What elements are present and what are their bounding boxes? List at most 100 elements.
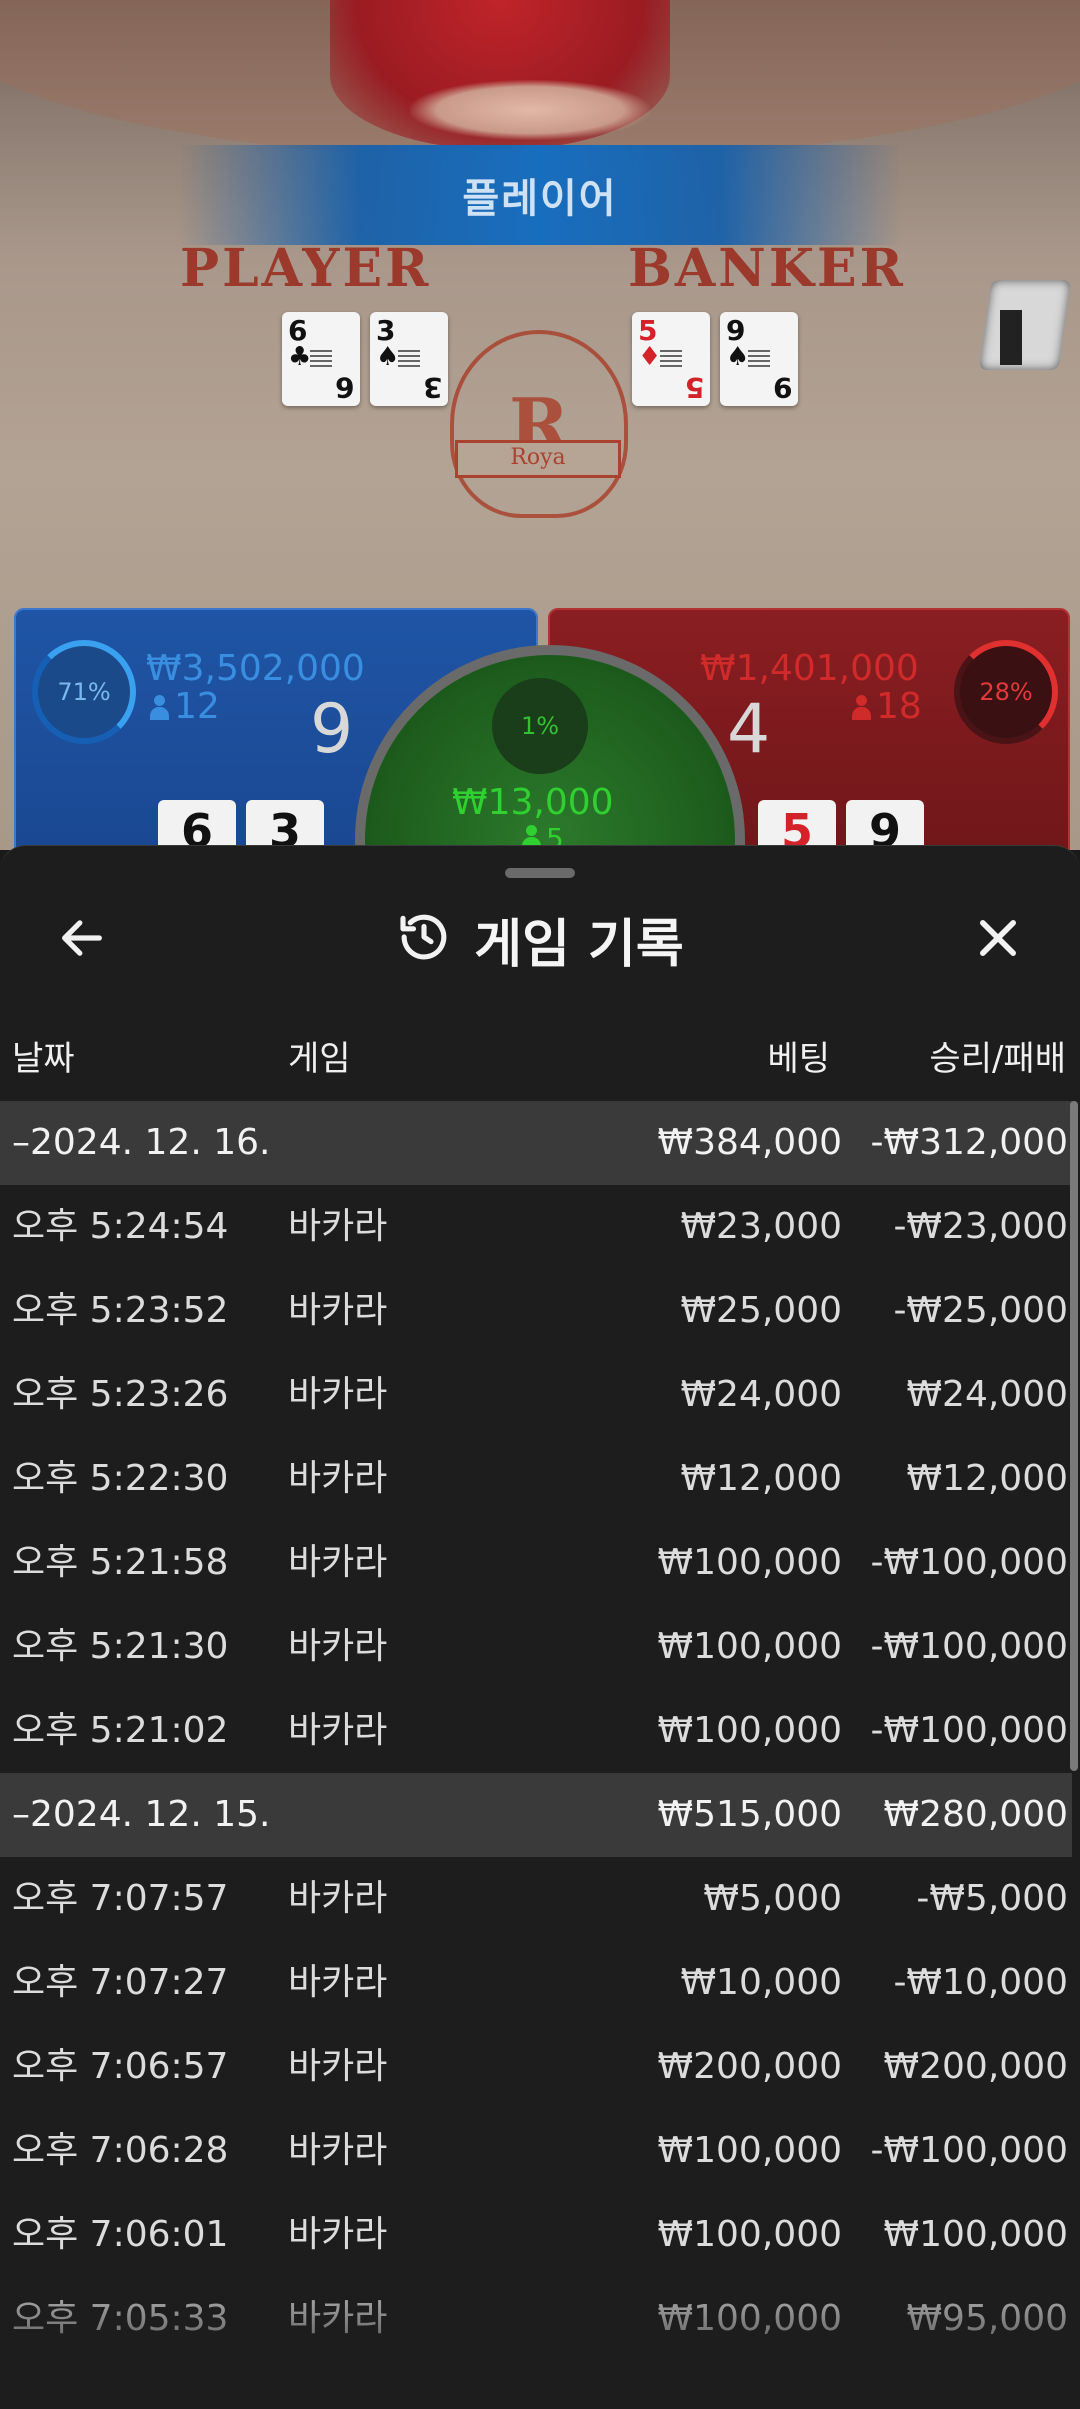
row-bet: ₩10,000 [680,1962,842,2003]
playing-card: 6 ♣ 6 [282,312,360,406]
tie-percent-ring: 1% [492,678,588,774]
row-game: 바카라 [288,1962,388,2003]
history-row[interactable]: 오후 5:21:02 바카라 ₩100,000 -₩100,000 [0,1689,1072,1773]
row-result: ₩200,000 [883,2046,1068,2087]
player-bettor-count: 12 [150,686,220,727]
player-mini-card: 6 [158,800,236,850]
history-icon [396,909,452,969]
row-bet: ₩100,000 [657,2130,842,2171]
banker-count-value: 18 [876,686,922,727]
row-bet: ₩200,000 [657,2046,842,2087]
card-suit-icon: ♦ [638,342,662,372]
row-time: 오후 5:24:54 [12,1206,229,1247]
history-row[interactable]: 오후 7:05:33 바카라 ₩100,000 ₩95,000 [0,2277,1072,2361]
player-percent: 71% [57,678,111,706]
person-icon [852,695,871,721]
row-time: 오후 7:07:57 [12,1878,229,1919]
history-row[interactable]: 오후 7:06:57 바카라 ₩200,000 ₩200,000 [0,2025,1072,2109]
row-time: 오후 7:06:28 [12,2130,229,2171]
arrow-left-icon [56,912,108,968]
date-group-header[interactable]: –2024. 12. 15. ₩515,000 ₩280,000 [0,1773,1072,1857]
date-group-header[interactable]: –2024. 12. 16. ₩384,000 -₩312,000 [0,1101,1072,1185]
row-bet: ₩24,000 [680,1374,842,1415]
result-banner-text: 플레이어 [462,176,618,222]
history-row[interactable]: 오후 5:23:52 바카라 ₩25,000 -₩25,000 [0,1269,1072,1353]
row-result: -₩23,000 [893,1206,1068,1247]
card-shoe-slot [1000,310,1022,365]
playing-card: 5 ♦ 5 [632,312,710,406]
person-icon [150,695,169,721]
history-row[interactable]: 오후 7:07:57 바카라 ₩5,000 -₩5,000 [0,1857,1072,1941]
history-row[interactable]: 오후 5:23:26 바카라 ₩24,000 ₩24,000 [0,1353,1072,1437]
sheet-header: 게임 기록 [0,904,1080,975]
card-suit-icon: ♠ [726,342,750,372]
row-result: -₩25,000 [893,1290,1068,1331]
row-result: -₩100,000 [870,1710,1068,1751]
casino-crest: R [450,330,628,518]
banker-score: 4 [727,690,771,769]
sheet-title: 게임 기록 [474,914,684,975]
card-rank-inverted: 5 [684,371,704,404]
card-suit-icon: ♠ [376,342,400,372]
banker-percent-ring: 28% [954,640,1058,744]
row-result: -₩10,000 [893,1962,1068,2003]
sheet-drag-handle[interactable] [505,868,575,878]
group-total-bet: ₩384,000 [657,1122,842,1163]
history-row[interactable]: 오후 5:24:54 바카라 ₩23,000 -₩23,000 [0,1185,1072,1269]
row-game: 바카라 [288,1458,388,1499]
history-row[interactable]: 오후 7:06:28 바카라 ₩100,000 -₩100,000 [0,2109,1072,2193]
close-button[interactable] [966,908,1030,972]
row-time: 오후 5:21:02 [12,1710,229,1751]
row-game: 바카라 [288,1206,388,1247]
row-game: 바카라 [288,2130,388,2171]
group-date: –2024. 12. 15. [12,1794,271,1835]
history-row[interactable]: 오후 7:06:01 바카라 ₩100,000 ₩100,000 [0,2193,1072,2277]
group-date: –2024. 12. 16. [12,1122,271,1163]
player-mini-card: 3 [246,800,324,850]
group-total-result: -₩312,000 [870,1122,1068,1163]
player-total-bet: ₩3,502,000 [146,648,365,689]
row-game: 바카라 [288,1542,388,1583]
row-game: 바카라 [288,2298,388,2339]
card-center-pattern [748,350,770,368]
crest-banner: Roya [455,440,621,478]
history-row[interactable]: 오후 5:22:30 바카라 ₩12,000 ₩12,000 [0,1437,1072,1521]
row-result: ₩12,000 [906,1458,1068,1499]
card-rank-inverted: 3 [422,371,442,404]
row-time: 오후 7:06:01 [12,2214,229,2255]
row-time: 오후 7:06:57 [12,2046,229,2087]
banker-percent: 28% [979,678,1033,706]
playing-card: 9 ♠ 9 [720,312,798,406]
history-row[interactable]: 오후 5:21:30 바카라 ₩100,000 -₩100,000 [0,1605,1072,1689]
game-history-sheet: 게임 기록 날짜 게임 베팅 승리/패배 –2024. 12. 16. ₩384,… [0,845,1080,2409]
row-result: ₩100,000 [883,2214,1068,2255]
row-time: 오후 5:21:58 [12,1542,229,1583]
row-time: 오후 7:05:33 [12,2298,229,2339]
column-headers: 날짜 게임 베팅 승리/패배 [0,1031,1080,1083]
row-result: ₩24,000 [906,1374,1068,1415]
history-row[interactable]: 오후 5:21:58 바카라 ₩100,000 -₩100,000 [0,1521,1072,1605]
row-time: 오후 5:22:30 [12,1458,229,1499]
column-header-date: 날짜 [12,1039,75,1079]
card-shoe [978,280,1072,370]
row-bet: ₩25,000 [680,1290,842,1331]
card-rank-inverted: 6 [334,371,354,404]
playing-card: 3 ♠ 3 [370,312,448,406]
banker-total-bet: ₩1,401,000 [700,648,919,689]
row-bet: ₩12,000 [680,1458,842,1499]
row-result: ₩95,000 [906,2298,1068,2339]
scrollbar[interactable] [1070,1101,1078,1771]
tie-total-bet: ₩13,000 [452,782,614,823]
history-row[interactable]: 오후 7:07:27 바카라 ₩10,000 -₩10,000 [0,1941,1072,2025]
row-result: -₩100,000 [870,1542,1068,1583]
row-result: -₩100,000 [870,1626,1068,1667]
row-bet: ₩100,000 [657,2214,842,2255]
row-game: 바카라 [288,1290,388,1331]
card-center-pattern [310,350,332,368]
row-game: 바카라 [288,1710,388,1751]
row-bet: ₩100,000 [657,2298,842,2339]
result-banner: 플레이어 [180,145,900,245]
back-button[interactable] [50,908,114,972]
row-time: 오후 5:23:26 [12,1374,229,1415]
banker-bettor-count: 18 [852,686,922,727]
